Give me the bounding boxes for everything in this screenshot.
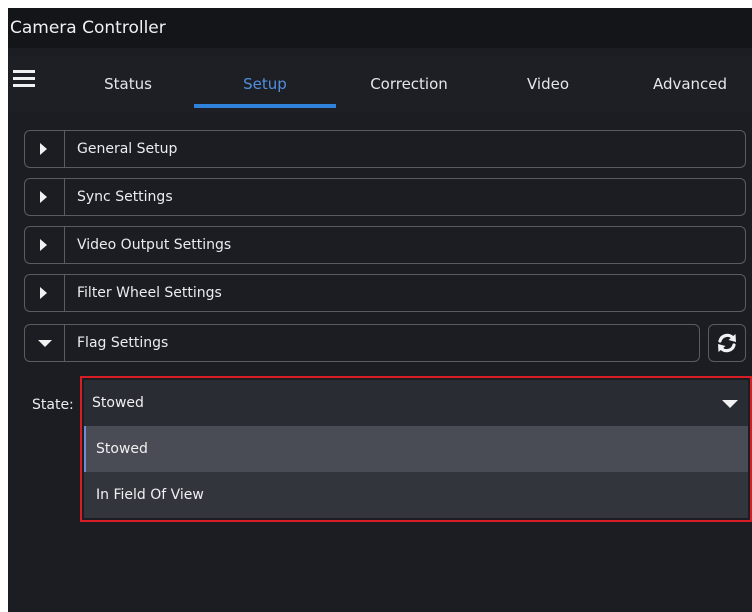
tab-status[interactable]: Status xyxy=(72,56,184,112)
section-filter-wheel-settings[interactable]: Filter Wheel Settings xyxy=(24,274,746,312)
expand-toggle[interactable] xyxy=(25,131,65,167)
chevron-down-icon xyxy=(38,340,52,347)
tab-video[interactable]: Video xyxy=(500,56,596,112)
option-in-field-of-view[interactable]: In Field Of View xyxy=(84,472,748,518)
section-label: Filter Wheel Settings xyxy=(77,285,222,301)
setup-panel: General Setup Sync Settings Video Output… xyxy=(18,120,752,612)
section-flag-settings[interactable]: Flag Settings xyxy=(24,324,700,362)
expand-toggle[interactable] xyxy=(25,275,65,311)
main-nav: Status Setup Correction Video Advanced xyxy=(8,56,752,112)
active-tab-indicator xyxy=(194,104,336,108)
expand-toggle[interactable] xyxy=(25,227,65,263)
refresh-button[interactable] xyxy=(708,324,746,362)
state-select-value: Stowed xyxy=(92,395,144,411)
state-label: State: xyxy=(32,397,74,413)
tab-advanced[interactable]: Advanced xyxy=(636,56,744,112)
camera-controller-app: Camera Controller Status Setup Correctio… xyxy=(8,8,752,612)
section-general-setup[interactable]: General Setup xyxy=(24,130,746,168)
hamburger-icon[interactable] xyxy=(13,70,35,88)
tab-correction[interactable]: Correction xyxy=(354,56,464,112)
section-label: General Setup xyxy=(77,141,178,157)
state-options-list: Stowed In Field Of View xyxy=(84,426,748,518)
section-label: Sync Settings xyxy=(77,189,173,205)
section-sync-settings[interactable]: Sync Settings xyxy=(24,178,746,216)
chevron-right-icon xyxy=(40,287,47,299)
refresh-icon xyxy=(718,333,736,353)
section-video-output-settings[interactable]: Video Output Settings xyxy=(24,226,746,264)
chevron-right-icon xyxy=(40,239,47,251)
expand-toggle[interactable] xyxy=(25,179,65,215)
caret-down-icon xyxy=(722,400,738,408)
section-label: Video Output Settings xyxy=(77,237,232,253)
collapse-toggle[interactable] xyxy=(25,325,65,361)
window-title: Camera Controller xyxy=(8,8,752,48)
chevron-right-icon xyxy=(40,143,47,155)
state-select[interactable]: Stowed xyxy=(84,380,748,426)
chevron-right-icon xyxy=(40,191,47,203)
option-stowed[interactable]: Stowed xyxy=(84,426,748,472)
section-label: Flag Settings xyxy=(77,335,169,351)
